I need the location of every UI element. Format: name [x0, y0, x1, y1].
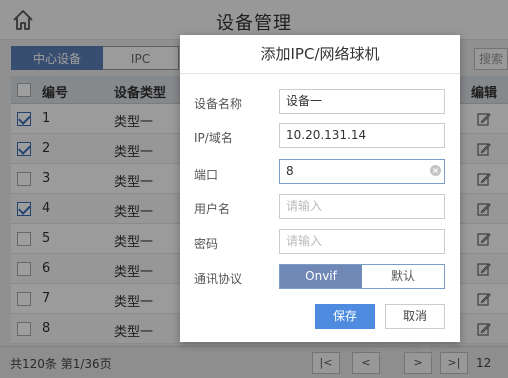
- protocol-option-onvif[interactable]: Onvif: [280, 265, 362, 288]
- username-label: 用户名: [194, 202, 231, 216]
- add-ipc-dialog: 添加IPC/网络球机 设备名称 设备一 IP/域名 10.20.131.14 端…: [180, 35, 460, 342]
- protocol-option-default[interactable]: 默认: [362, 265, 444, 288]
- password-input[interactable]: 请输入: [279, 229, 445, 254]
- username-input[interactable]: 请输入: [279, 194, 445, 219]
- protocol-segmented-control: Onvif 默认: [279, 264, 445, 289]
- device-name-label: 设备名称: [194, 97, 243, 111]
- protocol-label: 通讯协议: [194, 272, 243, 286]
- port-label: 端口: [194, 168, 219, 182]
- password-label: 密码: [194, 237, 219, 251]
- device-name-input[interactable]: 设备一: [279, 89, 445, 114]
- port-input[interactable]: 8: [279, 159, 445, 184]
- cancel-button[interactable]: 取消: [385, 304, 445, 329]
- dialog-title: 添加IPC/网络球机: [180, 35, 460, 74]
- clear-input-icon[interactable]: [430, 165, 441, 176]
- watermark-subtitle: Security For: [376, 350, 442, 360]
- save-button[interactable]: 保存: [315, 304, 375, 329]
- ip-input[interactable]: 10.20.131.14: [279, 123, 445, 148]
- ip-label: IP/域名: [194, 131, 233, 145]
